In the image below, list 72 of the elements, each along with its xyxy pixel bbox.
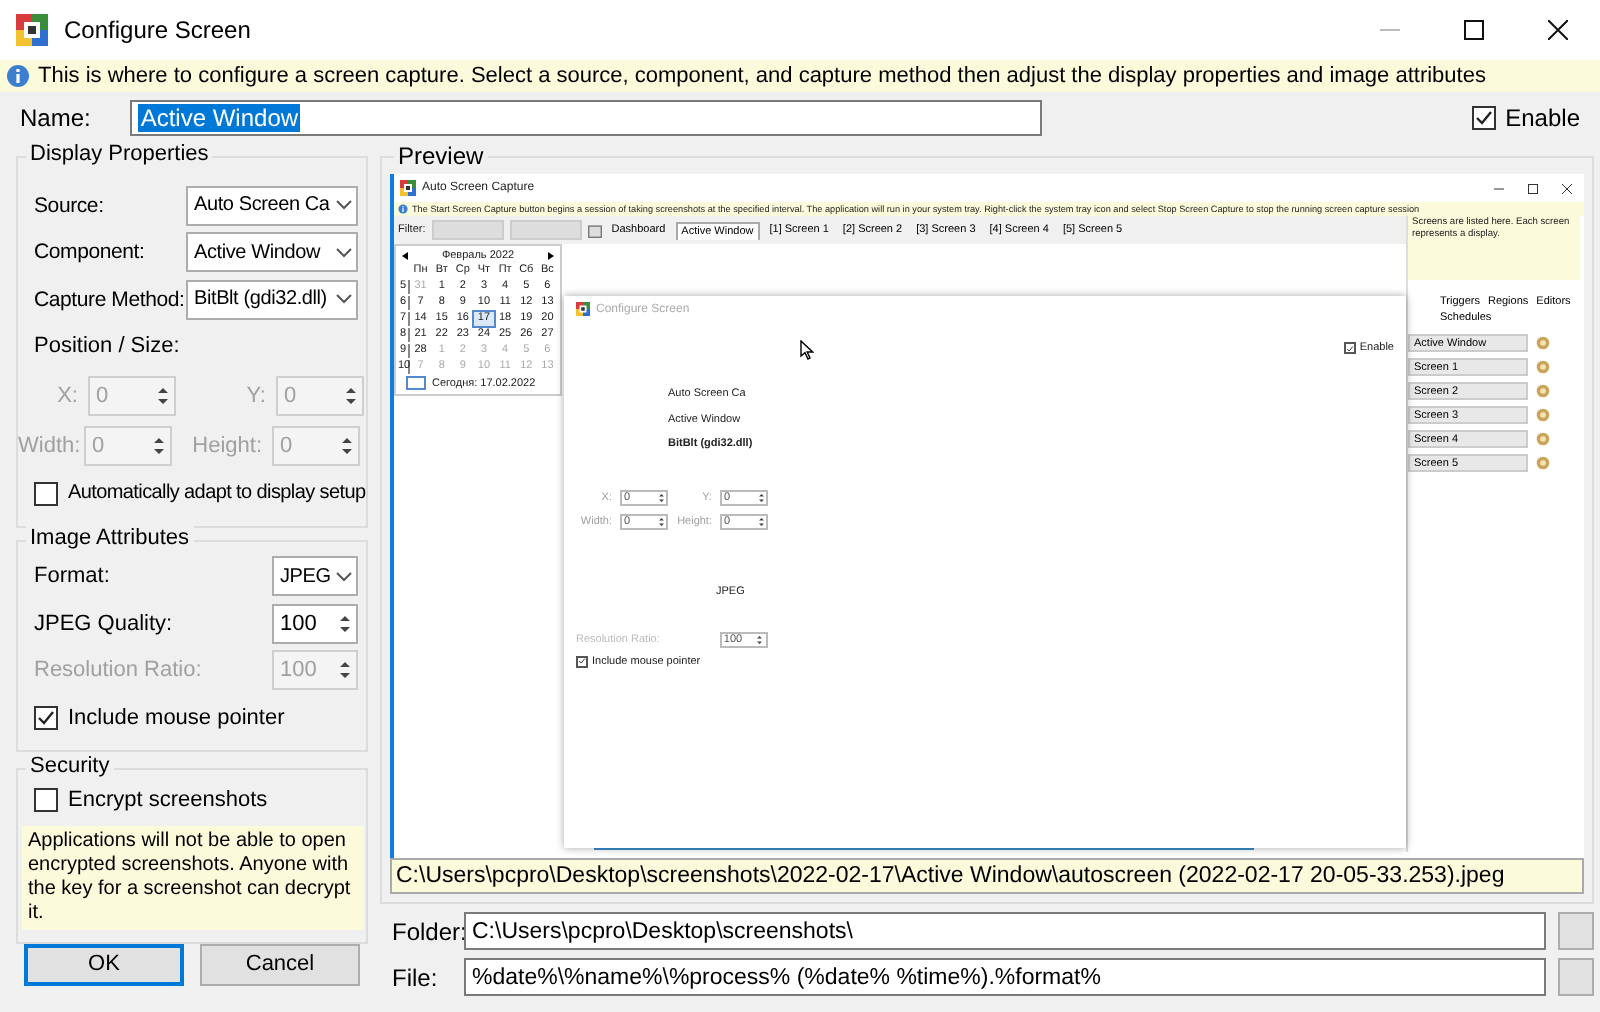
field-label: File: [392,963,440,991]
dropdown[interactable]: Auto Screen Ca [186,185,358,226]
checkbox-label: Automatically adapt to display setup [68,482,366,505]
chevron-down-icon [336,200,352,211]
note-text: Applications will not be able to open encrypted screenshots. Anyone with the key for a screenshot can decrypt it. [22,825,364,929]
field-label: Format: [34,564,110,589]
minimize-icon[interactable] [1494,183,1504,193]
checkbox-label: Include mouse pointer [68,705,285,730]
maximize-icon[interactable] [1528,183,1538,193]
checkbox-label: Enable [1505,104,1580,132]
group-title: Security [26,753,114,777]
field-label: Y: [244,383,266,407]
spinner-arrows-icon [756,633,764,645]
app-icon [16,14,48,46]
dropdown[interactable]: Active Window [186,232,358,273]
maximize-icon[interactable] [1464,20,1484,40]
checkbox[interactable] [34,705,58,730]
group-title: Preview [394,142,488,170]
dialog-button[interactable]: Cancel [200,943,360,985]
spinner-arrows-icon [156,383,170,407]
field-label: X: [55,383,78,407]
close-icon[interactable] [1562,183,1572,193]
spinner-arrows-icon [338,658,352,683]
spinner-arrows-icon [657,515,664,527]
dialog-button[interactable]: OK [24,943,184,985]
spinner-arrows-icon [152,433,166,457]
info-text: This is where to configure a screen capture. Select a source, component, and capture method then adjust the display properties and image attributes [38,64,1486,88]
field-label: Width: [18,433,74,457]
chevron-down-icon [336,294,352,305]
previous-icon[interactable] [402,252,408,260]
next-icon[interactable] [548,252,554,260]
field-label: Height: [190,433,262,457]
info-icon [398,204,408,214]
chevron-down-icon [336,571,352,582]
field-label: Component: [34,240,147,265]
checkbox[interactable] [34,481,58,506]
info-icon [6,64,30,88]
spinner-arrows-icon [340,433,354,457]
field-label: Capture Method: [34,287,186,312]
cursor-icon [800,340,814,360]
close-icon[interactable] [1548,20,1568,40]
spinner-arrows-icon [757,491,764,503]
app-icon [400,180,416,196]
spinner-arrows-icon [757,515,764,527]
number-spinner[interactable]: 100 [272,603,358,644]
field-label: Source: [34,193,106,218]
section-label: Position / Size: [34,334,180,359]
checkbox[interactable] [1471,106,1496,130]
checkbox[interactable] [1343,342,1356,354]
dropdown[interactable]: JPEG [272,556,358,597]
checkbox[interactable] [34,787,58,811]
checkbox-label: Encrypt screenshots [68,787,268,811]
file-path: C:\Users\pcpro\Desktop\screenshots\2022-02-17\Active Window\autoscreen (2022-02-17 20-05-33.253).jpeg [390,858,1584,894]
spinner-arrows-icon [338,611,352,636]
field-label: Resolution Ratio: [34,658,202,683]
calendar-icon[interactable] [587,223,602,237]
spinner-arrows-icon [344,383,358,407]
window-title: Configure Screen [64,16,253,44]
today-marker [406,376,426,390]
app-icon [576,302,590,316]
checkbox[interactable] [576,655,588,667]
dropdown[interactable]: BitBlt (gdi32.dll) [186,279,358,320]
file-field[interactable]: %date%\%name%\%process% (%date% %time%).%format% [464,958,1546,996]
group-title: Display Properties [26,142,213,166]
folder-field[interactable]: C:\Users\pcpro\Desktop\screenshots\ [464,912,1546,950]
spinner-arrows-icon [657,491,664,503]
field-label: JPEG Quality: [34,611,173,636]
field-label: Folder: [392,917,464,945]
name-label: Name: [20,104,91,132]
name-field[interactable]: Active Window [130,100,1043,136]
group-title: Image Attributes [26,525,193,549]
chevron-down-icon [336,247,352,258]
